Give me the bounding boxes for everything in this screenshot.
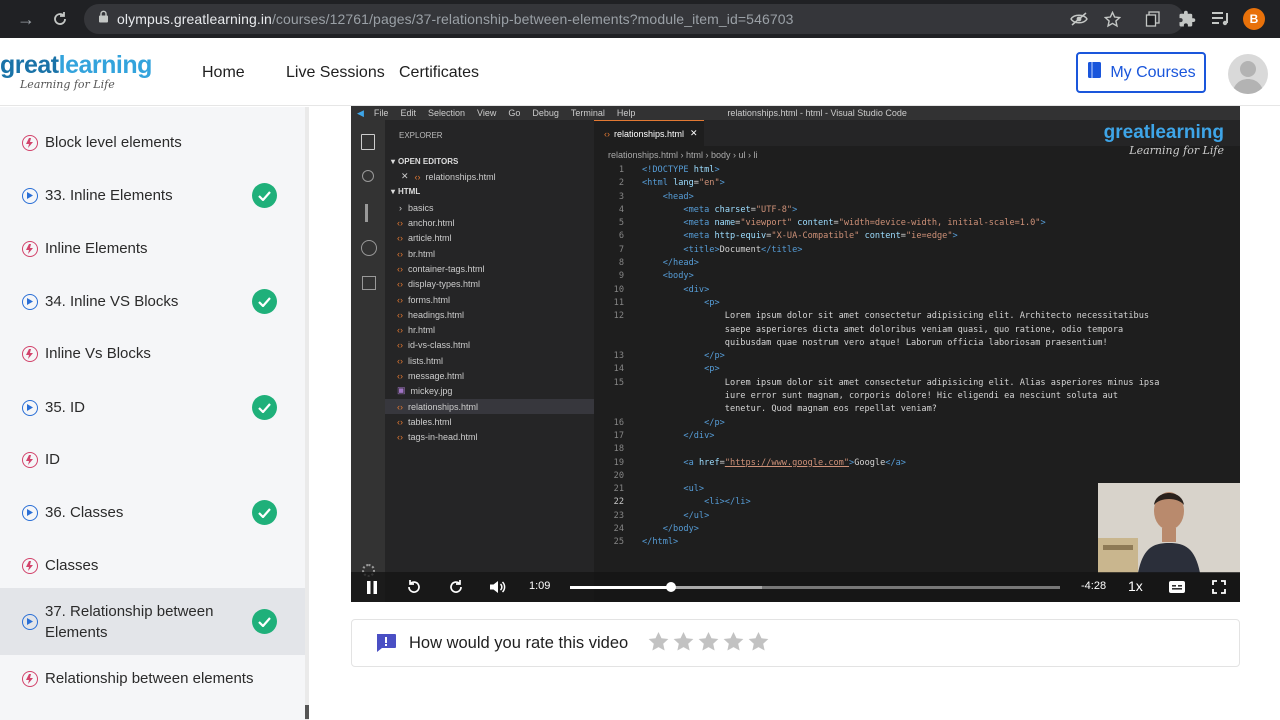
my-courses-button[interactable]: My Courses bbox=[1076, 52, 1206, 93]
pause-icon[interactable] bbox=[363, 578, 381, 596]
sidebar-item-relationship-between-elements[interactable]: Relationship between elements bbox=[0, 668, 305, 689]
files-icon bbox=[361, 134, 375, 150]
star-rating[interactable] bbox=[647, 630, 770, 654]
sidebar-item-classes[interactable]: Classes bbox=[0, 555, 305, 576]
media-control-icon[interactable] bbox=[1211, 9, 1231, 29]
feedback-icon bbox=[375, 633, 397, 653]
user-avatar[interactable] bbox=[1228, 54, 1268, 94]
nav-home[interactable]: Home bbox=[202, 64, 245, 82]
sidebar-item-inline-elements[interactable]: Inline Elements bbox=[0, 238, 305, 259]
bookmark-star-icon[interactable] bbox=[1102, 9, 1122, 29]
progress-knob[interactable] bbox=[665, 582, 676, 592]
sidebar-item-34-inline-vs-blocks[interactable]: 34. Inline VS Blocks bbox=[0, 289, 305, 314]
star-5-icon[interactable] bbox=[747, 630, 770, 654]
reload-icon[interactable] bbox=[48, 7, 72, 31]
sidebar-item-id[interactable]: ID bbox=[0, 449, 305, 470]
nav-certificates[interactable]: Certificates bbox=[399, 64, 479, 82]
completed-check-icon bbox=[252, 395, 277, 420]
volume-icon[interactable] bbox=[488, 578, 506, 596]
star-4-icon[interactable] bbox=[722, 630, 745, 654]
search-icon bbox=[362, 170, 374, 182]
extension-copy-icon[interactable] bbox=[1143, 9, 1163, 29]
progress-track[interactable] bbox=[570, 582, 1060, 592]
video-player[interactable]: ◀ File Edit Selection View Go Debug Term… bbox=[351, 106, 1240, 602]
vscode-activity-bar bbox=[351, 120, 385, 602]
page-icon bbox=[22, 240, 38, 257]
source-control-icon bbox=[365, 204, 368, 222]
debug-icon bbox=[361, 240, 377, 256]
fullscreen-icon[interactable] bbox=[1210, 578, 1228, 596]
sidebar-item-36-classes[interactable]: 36. Classes bbox=[0, 500, 305, 525]
rating-prompt: How would you rate this video bbox=[409, 634, 629, 652]
star-1-icon[interactable] bbox=[647, 630, 670, 654]
play-circle-icon bbox=[22, 613, 38, 630]
extensions-puzzle-icon[interactable] bbox=[1177, 9, 1197, 29]
profile-avatar[interactable]: B bbox=[1243, 8, 1265, 30]
rating-panel: How would you rate this video bbox=[351, 619, 1240, 667]
vscode-menu-bar: ◀ File Edit Selection View Go Debug Term… bbox=[351, 106, 1240, 120]
sidebar-item-inline-vs-blocks[interactable]: Inline Vs Blocks bbox=[0, 343, 305, 364]
page-icon bbox=[22, 345, 38, 362]
play-circle-icon bbox=[22, 504, 38, 521]
play-circle-icon bbox=[22, 293, 38, 310]
browser-toolbar: → olympus.greatlearning.in/courses/12761… bbox=[0, 0, 1280, 38]
sidebar-scrollbar-thumb[interactable] bbox=[305, 705, 309, 719]
video-controls: 1:09 -4:28 1x bbox=[351, 572, 1240, 602]
extensions-icon bbox=[362, 276, 376, 290]
page-icon bbox=[22, 670, 38, 687]
site-header: greatlearning Learning for Life Home Liv… bbox=[0, 38, 1280, 106]
address-bar[interactable]: olympus.greatlearning.in/courses/12761/p… bbox=[84, 4, 1184, 34]
page-icon bbox=[22, 451, 38, 468]
tracking-protection-icon[interactable] bbox=[1069, 9, 1089, 29]
play-circle-icon bbox=[22, 399, 38, 416]
captions-icon[interactable] bbox=[1168, 578, 1186, 596]
page-icon bbox=[22, 134, 38, 151]
vscode-window-title: relationships.html - html - Visual Studi… bbox=[727, 108, 907, 118]
forward-10-icon[interactable] bbox=[447, 578, 465, 596]
current-time: 1:09 bbox=[529, 580, 551, 592]
star-3-icon[interactable] bbox=[697, 630, 720, 654]
vscode-explorer: EXPLORER ▾ OPEN EDITORS ✕ ‹› relationships… bbox=[385, 120, 594, 602]
rewind-10-icon[interactable] bbox=[405, 578, 423, 596]
completed-check-icon bbox=[252, 183, 277, 208]
book-icon bbox=[1086, 61, 1104, 84]
sidebar-item-block-level-elements[interactable]: Block level elements bbox=[0, 132, 305, 153]
greatlearning-watermark: greatlearning Learning for Life bbox=[1103, 122, 1224, 157]
url-text: olympus.greatlearning.in/courses/12761/p… bbox=[117, 11, 794, 27]
sidebar-scrollbar[interactable] bbox=[305, 107, 309, 720]
playback-speed[interactable]: 1x bbox=[1128, 578, 1143, 594]
completed-check-icon bbox=[252, 609, 277, 634]
remaining-time: -4:28 bbox=[1081, 580, 1107, 592]
played-bar bbox=[570, 586, 671, 589]
page-icon bbox=[22, 557, 38, 574]
course-sidebar: Block level elements 33. Inline Elements… bbox=[0, 107, 305, 720]
forward-icon[interactable]: → bbox=[14, 7, 38, 31]
play-circle-icon bbox=[22, 187, 38, 204]
nav-live-sessions[interactable]: Live Sessions bbox=[286, 64, 385, 82]
sidebar-item-35-id[interactable]: 35. ID bbox=[0, 395, 305, 420]
sidebar-item-33-inline-elements[interactable]: 33. Inline Elements bbox=[0, 183, 305, 208]
vscode-logo-icon: ◀ bbox=[357, 107, 364, 118]
sidebar-item-37-relationship-between-elements[interactable]: 37. Relationship between Elements bbox=[0, 588, 305, 655]
star-2-icon[interactable] bbox=[672, 630, 695, 654]
greatlearning-logo[interactable]: greatlearning Learning for Life bbox=[0, 52, 152, 91]
completed-check-icon bbox=[252, 500, 277, 525]
completed-check-icon bbox=[252, 289, 277, 314]
instructor-webcam bbox=[1098, 483, 1240, 573]
lock-icon bbox=[98, 10, 109, 28]
